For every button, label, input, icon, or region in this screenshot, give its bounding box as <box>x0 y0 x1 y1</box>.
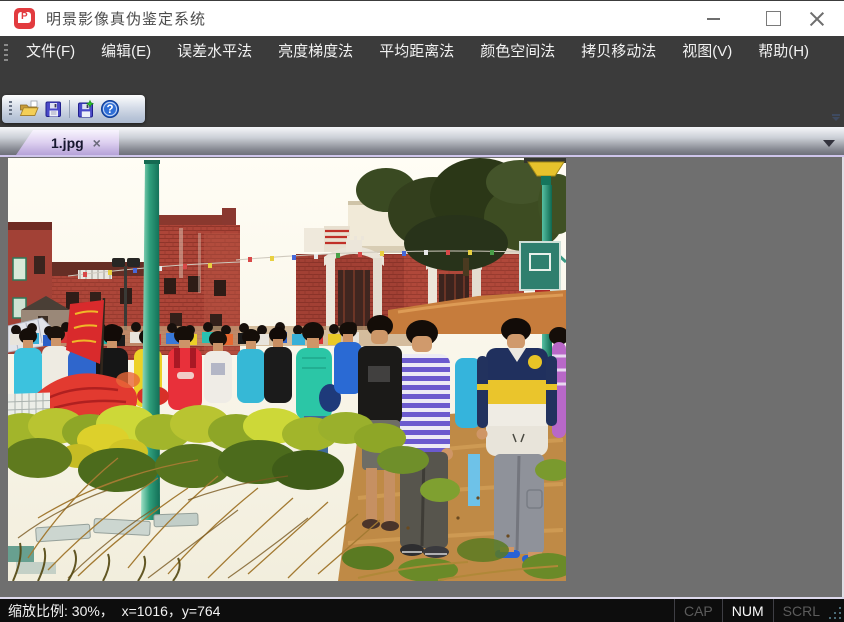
tab-bar: 1.jpg × <box>0 127 844 157</box>
app-logo-icon: P <box>14 8 35 29</box>
tab-list-dropdown-icon[interactable] <box>823 140 835 147</box>
minimize-icon <box>707 18 720 20</box>
save-as-icon <box>76 99 96 119</box>
menu-edit[interactable]: 编辑(E) <box>88 36 164 68</box>
menu-average-distance[interactable]: 平均距离法 <box>366 36 467 68</box>
toolbar-overflow-button[interactable] <box>831 114 841 124</box>
menu-drag-grip-icon[interactable] <box>4 44 8 61</box>
toolbar: ? <box>2 95 145 123</box>
num-lock-indicator: NUM <box>722 599 773 622</box>
open-folder-icon <box>19 99 39 119</box>
tab-close-icon[interactable]: × <box>93 136 101 150</box>
save-button[interactable] <box>42 98 64 120</box>
maximize-icon <box>766 11 781 26</box>
close-icon <box>809 11 824 26</box>
menu-file[interactable]: 文件(F) <box>13 36 88 68</box>
menu-luminance-gradient[interactable]: 亮度梯度法 <box>265 36 366 68</box>
toolbar-band: ? <box>0 68 844 127</box>
title-bar: P 明景影像真伪鉴定系统 <box>0 1 844 36</box>
menu-bar: 文件(F) 编辑(E) 误差水平法 亮度梯度法 平均距离法 颜色空间法 拷贝移动… <box>0 36 844 68</box>
help-icon: ? <box>100 99 120 119</box>
toolbar-separator <box>69 100 70 118</box>
tab-label: 1.jpg <box>51 135 84 151</box>
svg-text:?: ? <box>106 104 113 116</box>
save-icon <box>43 99 63 119</box>
image-viewport <box>0 157 844 597</box>
help-button[interactable]: ? <box>99 98 121 120</box>
menu-copy-move[interactable]: 拷贝移动法 <box>568 36 669 68</box>
status-bar: 缩放比例: 30%， x=1016，y=764 CAP NUM SCRL <box>0 597 844 622</box>
menu-color-space[interactable]: 颜色空间法 <box>467 36 568 68</box>
caps-lock-indicator: CAP <box>674 599 722 622</box>
window-title: 明景影像真伪鉴定系统 <box>46 8 206 29</box>
save-as-button[interactable] <box>75 98 97 120</box>
menu-help[interactable]: 帮助(H) <box>745 36 822 68</box>
status-indicators: CAP NUM SCRL <box>674 599 844 622</box>
app-window: P 明景影像真伪鉴定系统 文件(F) 编辑(E) 误差水平法 亮度梯度法 平均距… <box>0 0 844 622</box>
tab-1jpg[interactable]: 1.jpg × <box>16 130 119 155</box>
toolbar-drag-grip-icon[interactable] <box>9 101 12 117</box>
open-file-button[interactable] <box>18 98 40 120</box>
photo-canvas-1jpg[interactable] <box>8 158 566 581</box>
minimize-button[interactable] <box>693 1 733 36</box>
menu-view[interactable]: 视图(V) <box>669 36 745 68</box>
status-zoom-and-coords: 缩放比例: 30%， x=1016，y=764 <box>8 601 220 621</box>
close-button[interactable] <box>796 1 836 36</box>
scroll-lock-indicator: SCRL <box>773 599 829 622</box>
resize-grip-icon[interactable] <box>829 599 844 622</box>
menu-error-level[interactable]: 误差水平法 <box>164 36 265 68</box>
maximize-button[interactable] <box>753 1 793 36</box>
